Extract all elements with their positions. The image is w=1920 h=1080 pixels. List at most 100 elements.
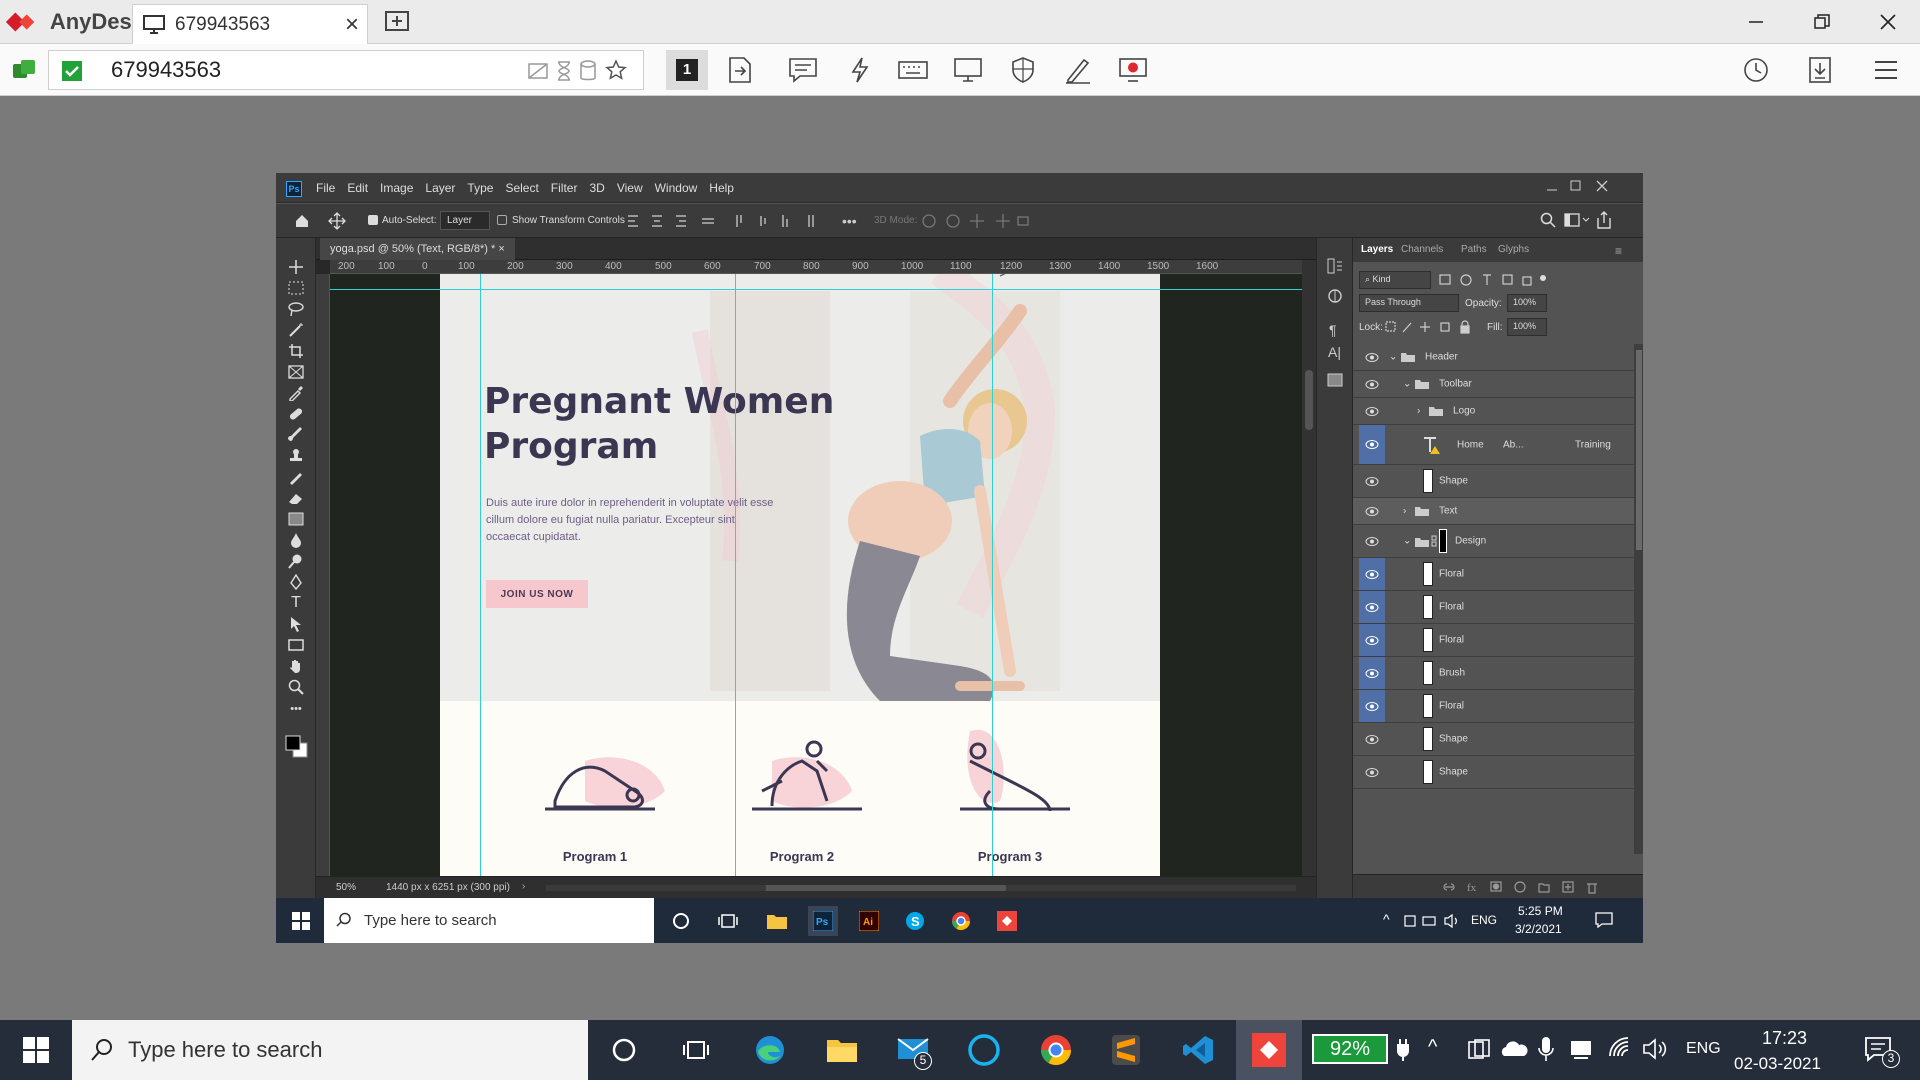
tray-app-icon[interactable] [1466, 1038, 1492, 1062]
language-indicator[interactable]: ENG [1686, 1040, 1721, 1058]
new-tab-icon[interactable] [384, 10, 410, 34]
visibility-eye-icon[interactable] [1359, 624, 1385, 656]
vertical-scrollbar[interactable] [1302, 260, 1316, 876]
ps-maximize-icon[interactable] [1570, 180, 1582, 192]
sublime-text-icon[interactable] [1106, 1032, 1146, 1068]
share-icon[interactable] [1596, 211, 1612, 229]
chrome-icon[interactable] [1036, 1032, 1076, 1068]
marquee-tool-icon[interactable] [284, 277, 308, 299]
ps-minimize-icon[interactable] [1546, 182, 1558, 194]
volume-icon[interactable] [1642, 1038, 1668, 1060]
filter-type-icons[interactable] [1439, 273, 1549, 287]
favorite-star-icon[interactable] [605, 59, 627, 81]
menu-file[interactable]: File [316, 181, 335, 195]
plug-icon[interactable] [1396, 1038, 1410, 1062]
remote-start-icon[interactable] [286, 906, 316, 936]
tab-paths[interactable]: Paths [1461, 244, 1487, 255]
layers-scroll-thumb[interactable] [1636, 350, 1642, 550]
collapse-chevron-icon[interactable]: › [1417, 406, 1420, 417]
remote-notification-icon[interactable] [1595, 912, 1613, 928]
visibility-eye-icon[interactable] [1359, 525, 1385, 557]
guide-line[interactable] [992, 274, 993, 876]
visibility-eye-icon[interactable] [1359, 465, 1385, 497]
brush-tool-icon[interactable] [284, 424, 308, 446]
character-panel-icon[interactable]: A| [1328, 344, 1341, 360]
visibility-eye-icon[interactable] [1359, 657, 1385, 689]
visibility-eye-icon[interactable] [1359, 425, 1385, 464]
onedrive-icon[interactable] [1500, 1040, 1528, 1058]
anydesk-icon[interactable] [1236, 1020, 1302, 1080]
layer-row[interactable]: Shape [1353, 723, 1634, 756]
3d-mode-icons[interactable] [920, 212, 1030, 230]
zoom-level[interactable]: 50% [336, 882, 356, 893]
visibility-eye-icon[interactable] [1359, 558, 1385, 590]
layer-row[interactable]: ⌄ Design [1353, 525, 1634, 558]
devices-icon[interactable] [1570, 1038, 1596, 1060]
whiteboard-pen-icon[interactable] [1060, 52, 1096, 88]
display-settings-icon[interactable] [950, 52, 986, 88]
menu-view[interactable]: View [617, 181, 643, 195]
layer-row[interactable]: Brush [1353, 657, 1634, 690]
remote-language[interactable]: ENG [1471, 913, 1497, 927]
panel-menu-icon[interactable]: ≡ [1615, 244, 1622, 258]
visibility-eye-icon[interactable] [1359, 371, 1385, 397]
layer-row[interactable]: Shape [1353, 465, 1634, 498]
crop-tool-icon[interactable] [284, 340, 308, 362]
menu-3d[interactable]: 3D [589, 181, 604, 195]
tray-chevron-icon[interactable]: ^ [1383, 911, 1390, 927]
menu-help[interactable]: Help [709, 181, 734, 195]
chat-icon[interactable] [785, 52, 821, 88]
photoshop-taskbar-icon[interactable]: Ps [808, 906, 838, 936]
join-us-button[interactable]: JOIN US NOW [486, 580, 588, 608]
layer-row[interactable]: Home Ab... Training [1353, 425, 1634, 465]
adjustments-panel-icon[interactable] [1327, 288, 1343, 304]
edge-icon[interactable] [750, 1032, 790, 1068]
artboard[interactable]: Pregnant Women Program Duis aute irure d… [440, 274, 1160, 876]
canvas-area[interactable]: Pregnant Women Program Duis aute irure d… [330, 274, 1302, 876]
file-transfer-icon[interactable] [722, 52, 758, 88]
layer-row[interactable]: ⌄ Toolbar [1353, 371, 1634, 398]
hand-tool-icon[interactable] [284, 655, 308, 677]
taskbar-search-box[interactable]: Type here to search [72, 1020, 588, 1080]
ps-close-icon[interactable] [1596, 180, 1608, 192]
battery-indicator[interactable]: 92% [1312, 1034, 1388, 1064]
close-doc-icon[interactable]: × [498, 243, 504, 255]
start-icon[interactable] [16, 1032, 56, 1068]
move-tool-icon[interactable] [328, 212, 346, 230]
gradient-tool-icon[interactable] [284, 508, 308, 530]
document-tab[interactable]: yoga.psd @ 50% (Text, RGB/8*) * × [320, 238, 515, 260]
menu-layer[interactable]: Layer [425, 181, 455, 195]
menu-type[interactable]: Type [467, 181, 493, 195]
more-options-icon[interactable]: ••• [842, 213, 857, 229]
task-view-icon[interactable] [713, 906, 743, 936]
history-brush-icon[interactable] [284, 466, 308, 488]
history-panel-icon[interactable] [1327, 258, 1343, 274]
tray-chevron-icon[interactable]: ^ [1428, 1036, 1437, 1059]
tab-glyphs[interactable]: Glyphs [1498, 244, 1529, 255]
layer-row[interactable]: Floral [1353, 624, 1634, 657]
blur-tool-icon[interactable] [284, 529, 308, 551]
display-select-button[interactable]: 1 [666, 50, 708, 90]
visibility-eye-icon[interactable] [1359, 690, 1385, 722]
layer-row[interactable]: Floral [1353, 591, 1634, 624]
clock-time[interactable]: 17:23 [1762, 1028, 1807, 1049]
frame-tool-icon[interactable] [284, 361, 308, 383]
keyboard-icon[interactable] [895, 52, 931, 88]
guide-line[interactable] [330, 289, 1302, 290]
remote-search-box[interactable]: Type here to search [324, 898, 654, 943]
layers-scrollbar[interactable] [1634, 344, 1643, 854]
cortana-app-icon[interactable] [964, 1032, 1004, 1068]
cortana-icon[interactable] [604, 1032, 644, 1068]
menu-image[interactable]: Image [380, 181, 413, 195]
scroll-thumb[interactable] [1305, 370, 1313, 430]
file-explorer-icon[interactable] [822, 1032, 862, 1068]
clock-date[interactable]: 02-03-2021 [1734, 1054, 1821, 1074]
home-icon[interactable] [294, 213, 310, 229]
visibility-eye-icon[interactable] [1359, 591, 1385, 623]
tab-layers[interactable]: Layers [1361, 244, 1393, 255]
illustrator-taskbar-icon[interactable]: Ai [854, 906, 884, 936]
mail-icon[interactable]: 5 [894, 1032, 934, 1070]
expand-chevron-icon[interactable]: ⌄ [1403, 536, 1411, 547]
more-tools-icon[interactable]: ••• [284, 698, 308, 720]
blend-mode-select[interactable]: Pass Through [1359, 294, 1459, 312]
